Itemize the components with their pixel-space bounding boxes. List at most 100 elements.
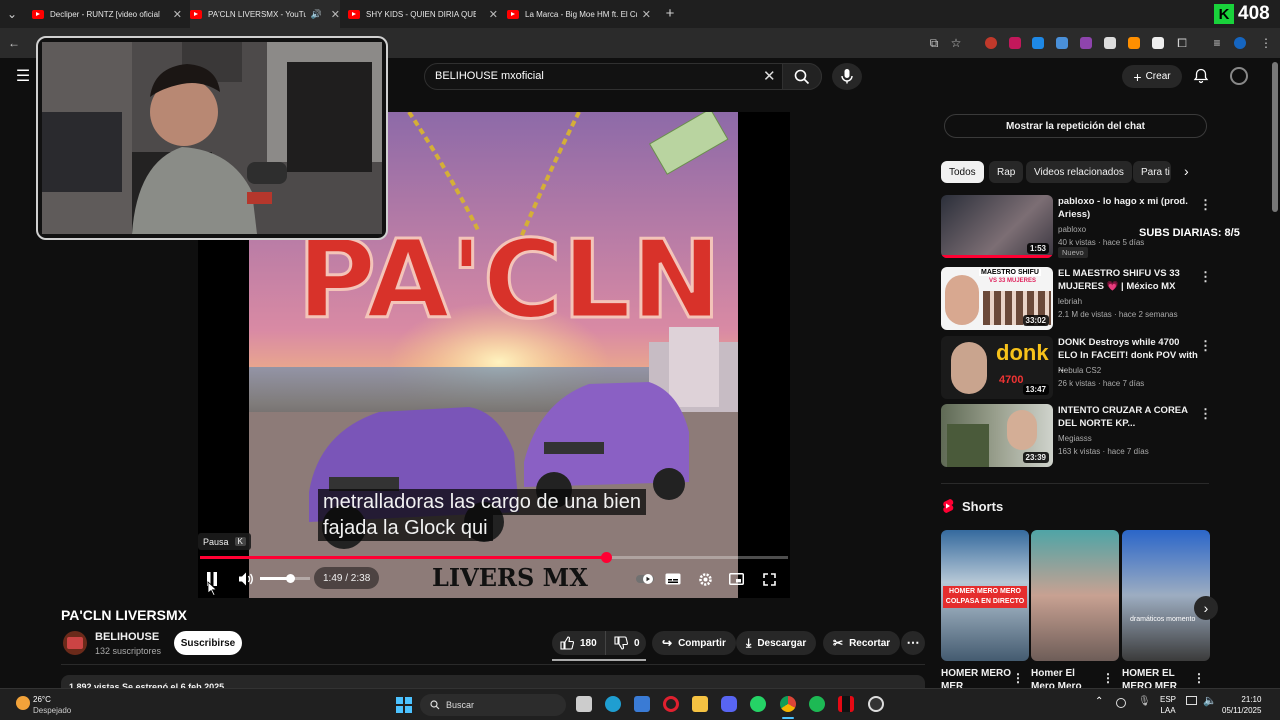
tray-app-icon[interactable]: [1116, 698, 1126, 708]
discord-icon[interactable]: [721, 696, 737, 712]
netflix-icon[interactable]: [838, 696, 854, 712]
extension-icon[interactable]: [1152, 37, 1164, 49]
account-avatar[interactable]: [1230, 67, 1248, 85]
fullscreen-button[interactable]: [760, 570, 778, 588]
tab-list-icon[interactable]: ⌄: [4, 6, 20, 22]
extension-icon[interactable]: [985, 37, 997, 49]
more-vertical-icon[interactable]: ⋮: [1199, 197, 1212, 213]
browser-menu-icon[interactable]: ⋮: [1258, 35, 1274, 51]
close-tab-icon[interactable]: ✕: [642, 8, 651, 21]
settings-button[interactable]: [696, 570, 714, 588]
short-card[interactable]: dramáticos momento: [1122, 530, 1210, 661]
extension-icon[interactable]: [1009, 37, 1021, 49]
page-scrollbar[interactable]: [1272, 62, 1278, 212]
network-icon[interactable]: [1186, 696, 1197, 705]
chips-next-arrow-icon[interactable]: ›: [1184, 163, 1189, 179]
shorts-next-button[interactable]: ›: [1194, 596, 1218, 620]
like-button[interactable]: 180: [552, 631, 606, 655]
volume-tray-icon[interactable]: 🔈: [1203, 694, 1217, 707]
related-video[interactable]: MAESTRO SHIFU VS 33 MUJERES 33:02 EL MAE…: [941, 267, 1212, 331]
tray-overflow-icon[interactable]: ⌃: [1095, 696, 1103, 707]
more-vertical-icon[interactable]: ⋮: [1012, 671, 1024, 685]
more-vertical-icon[interactable]: ⋮: [1199, 269, 1212, 285]
search-query: BELIHOUSE mxoficial: [435, 70, 544, 82]
channel-name[interactable]: BELIHOUSE: [95, 631, 159, 643]
fullscreen-icon: [762, 572, 776, 586]
chip-for-you[interactable]: Para ti: [1133, 161, 1171, 183]
seek-bar[interactable]: [200, 552, 788, 563]
related-video[interactable]: 23:39 INTENTO CRUZAR A COREA DEL NORTE K…: [941, 404, 1212, 468]
more-vertical-icon[interactable]: ⋮: [1102, 671, 1114, 685]
new-tab-button[interactable]: +: [662, 5, 678, 22]
file-explorer-icon[interactable]: [692, 696, 708, 712]
autoplay-toggle[interactable]: [634, 570, 656, 588]
obs-icon[interactable]: [868, 696, 884, 712]
download-button[interactable]: ⤓ Descargar: [736, 631, 817, 655]
more-actions-button[interactable]: ⋯: [901, 631, 925, 655]
related-thumbnail[interactable]: donk 4700 13:47: [941, 336, 1053, 399]
mute-button[interactable]: [236, 569, 256, 589]
extension-icon[interactable]: [1056, 37, 1068, 49]
close-tab-icon[interactable]: ✕: [173, 8, 182, 21]
extension-icon[interactable]: [1080, 37, 1092, 49]
browser-tab[interactable]: Decliper - RUNTZ [video oficial] ✕: [32, 0, 182, 28]
audio-playing-icon[interactable]: 🔊: [311, 9, 322, 20]
share-button[interactable]: ↪ Compartir: [652, 631, 736, 655]
related-video[interactable]: donk 4700 13:47 DONK Destroys while 4700…: [941, 336, 1212, 400]
opera-icon[interactable]: [663, 696, 679, 712]
tray-mic-icon[interactable]: 🎙: [1138, 696, 1151, 707]
input-language[interactable]: ESP LAA: [1160, 694, 1176, 716]
browser-tab[interactable]: La Marca - Big Moe HM ft. El Cr ✕: [507, 0, 651, 28]
voice-search-button[interactable]: [832, 63, 862, 90]
profile-avatar[interactable]: [1234, 37, 1246, 49]
taskbar-search[interactable]: Buscar: [420, 694, 566, 716]
close-tab-icon[interactable]: ✕: [331, 8, 340, 21]
edge-icon[interactable]: [605, 696, 621, 712]
volume-slider-handle[interactable]: [286, 574, 295, 583]
subscribe-button[interactable]: Suscribirse: [174, 631, 242, 655]
windows-start-icon[interactable]: [396, 697, 412, 713]
create-button[interactable]: + Crear: [1122, 65, 1182, 88]
spotify-icon[interactable]: [809, 696, 825, 712]
extension-icon[interactable]: [1104, 37, 1116, 49]
browser-tab-active[interactable]: PA'CLN LIVERSMX - YouTube 🔊 ✕: [190, 0, 340, 28]
subtitles-button[interactable]: [664, 570, 682, 588]
whatsapp-icon[interactable]: [750, 696, 766, 712]
more-vertical-icon[interactable]: ⋮: [1199, 406, 1212, 422]
volume-slider[interactable]: [260, 574, 310, 583]
back-arrow-icon[interactable]: ←: [6, 35, 22, 51]
related-thumbnail[interactable]: MAESTRO SHIFU VS 33 MUJERES 33:02: [941, 267, 1053, 330]
dislike-button[interactable]: 0: [606, 631, 640, 655]
chip-rap[interactable]: Rap: [989, 161, 1024, 183]
bookmark-star-icon[interactable]: ☆: [948, 35, 964, 51]
install-app-icon[interactable]: ⧉: [926, 35, 942, 51]
store-icon[interactable]: [634, 696, 650, 712]
chip-todos[interactable]: Todos: [941, 161, 984, 183]
related-thumbnail[interactable]: 23:39: [941, 404, 1053, 467]
extension-icon[interactable]: [1128, 37, 1140, 49]
chrome-icon[interactable]: [780, 696, 796, 712]
chip-related[interactable]: Videos relacionados: [1026, 161, 1132, 183]
more-vertical-icon[interactable]: ⋮: [1193, 671, 1205, 685]
extensions-puzzle-icon[interactable]: ⧠: [1174, 35, 1190, 51]
system-clock[interactable]: 21:10 05/11/2025: [1222, 694, 1261, 716]
task-view-icon[interactable]: [576, 696, 592, 712]
clip-button[interactable]: ✂ Recortar: [823, 631, 901, 655]
related-thumbnail[interactable]: 1:53: [941, 195, 1053, 258]
hamburger-menu-icon[interactable]: ☰: [15, 68, 31, 85]
search-input[interactable]: BELIHOUSE mxoficial ✕: [424, 63, 822, 90]
more-vertical-icon[interactable]: ⋮: [1199, 338, 1212, 354]
channel-avatar[interactable]: [63, 631, 87, 655]
clear-search-icon[interactable]: ✕: [763, 67, 776, 85]
browser-tab[interactable]: SHY KIDS - QUIEN DIRIA QUE ESTAS ✕: [348, 0, 498, 28]
close-tab-icon[interactable]: ✕: [489, 8, 498, 21]
notifications-bell-icon[interactable]: [1193, 68, 1209, 84]
show-chat-replay-button[interactable]: Mostrar la repetición del chat: [944, 114, 1207, 138]
extension-icon[interactable]: [1032, 37, 1044, 49]
short-card[interactable]: [1031, 530, 1119, 661]
seek-bar-handle[interactable]: [601, 552, 612, 563]
media-control-icon[interactable]: ≡: [1209, 35, 1225, 51]
miniplayer-button[interactable]: [727, 570, 745, 588]
search-button[interactable]: [782, 63, 822, 90]
short-card[interactable]: HOMER MERO MERO COLPASA EN DIRECTO: [941, 530, 1029, 661]
